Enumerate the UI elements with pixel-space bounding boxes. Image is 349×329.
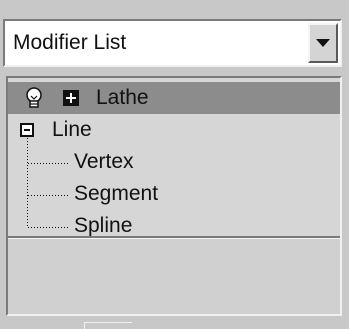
- chevron-down-icon: [316, 39, 330, 47]
- stack-item-label: Line: [52, 118, 92, 141]
- modifier-list-value: Modifier List: [13, 31, 127, 54]
- stack-item-vertex[interactable]: Vertex: [8, 146, 340, 178]
- plus-box-icon[interactable]: [63, 90, 79, 106]
- bottom-control-fragment: [84, 322, 132, 329]
- stack-item-label: Lathe: [96, 86, 149, 109]
- stack-item-lathe[interactable]: Lathe: [8, 82, 340, 114]
- stack-item-label: Vertex: [74, 150, 134, 173]
- lightbulb-icon[interactable]: [22, 86, 46, 110]
- stack-item-label: Spline: [74, 214, 133, 237]
- stack-empty-area: [8, 239, 340, 314]
- stack-item-label: Segment: [74, 182, 159, 205]
- top-strip: [0, 0, 349, 18]
- stack-item-segment[interactable]: Segment: [8, 178, 340, 210]
- modifier-list-dropdown[interactable]: Modifier List: [3, 19, 342, 67]
- modifier-stack[interactable]: Lathe Line Vertex Segment Spline: [6, 76, 342, 316]
- stack-item-line[interactable]: Line: [8, 114, 340, 146]
- modifier-list-dropdown-button[interactable]: [308, 23, 338, 63]
- minus-box-icon[interactable]: [20, 123, 34, 137]
